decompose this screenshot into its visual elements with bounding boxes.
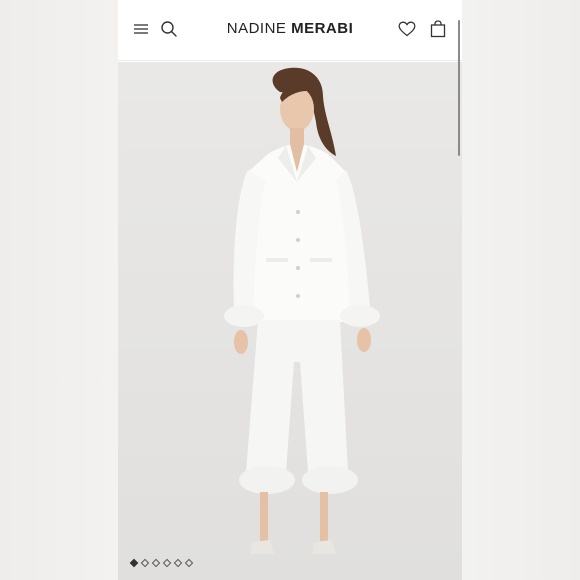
carousel-dot-6[interactable]	[184, 558, 194, 568]
site-header: NADINE MERABI	[118, 0, 462, 61]
carousel-dot-3[interactable]	[151, 558, 161, 568]
product-image[interactable]	[118, 62, 462, 580]
brand-name-second: MERABI	[291, 20, 354, 37]
carousel-dot-5[interactable]	[173, 558, 183, 568]
carousel-dot-4[interactable]	[162, 558, 172, 568]
shopping-bag-icon[interactable]	[427, 18, 449, 40]
heart-icon[interactable]	[396, 18, 418, 40]
mobile-viewport: NADINE MERABI	[118, 0, 462, 580]
carousel-dot-1[interactable]	[129, 558, 139, 568]
backdrop-right	[462, 0, 580, 580]
backdrop-left	[0, 0, 118, 580]
carousel-pagination	[129, 558, 194, 568]
scrollbar[interactable]	[458, 20, 460, 156]
carousel-dot-2[interactable]	[140, 558, 150, 568]
model-in-white-feather-pajamas	[224, 67, 380, 554]
brand-name-first: NADINE	[226, 20, 287, 37]
